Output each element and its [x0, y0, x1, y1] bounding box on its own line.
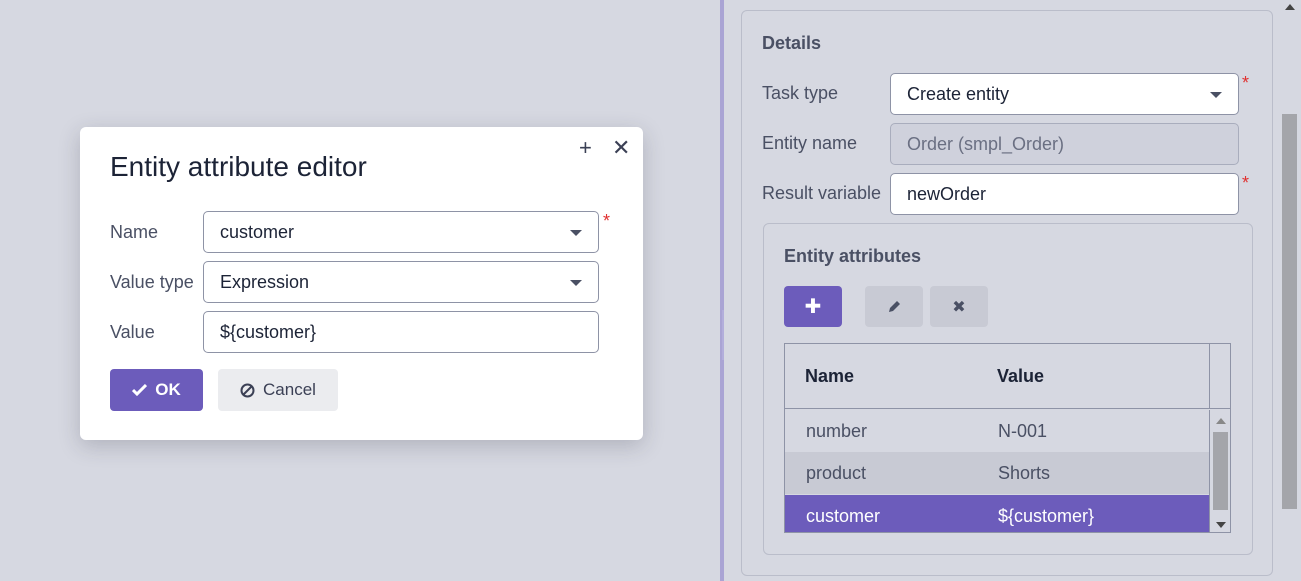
table-scrollbar[interactable]: [1209, 410, 1230, 532]
table-row[interactable]: number N-001: [785, 410, 1209, 452]
maximize-icon[interactable]: +: [579, 137, 592, 159]
required-mark: *: [603, 211, 611, 231]
pencil-icon: [889, 300, 900, 312]
ban-icon: [240, 383, 255, 397]
table-header: Name Value: [785, 344, 1209, 409]
scroll-thumb[interactable]: [1282, 114, 1297, 509]
check-icon: [132, 384, 148, 396]
name-label: Name: [110, 222, 159, 242]
task-type-select[interactable]: Create entity: [890, 73, 1239, 115]
table-header-corner: [1209, 344, 1230, 409]
edit-attribute-button[interactable]: [865, 286, 923, 327]
cell-name: product: [806, 462, 867, 483]
ok-label: OK: [155, 380, 181, 399]
value-type-select[interactable]: Expression: [203, 261, 599, 303]
close-icon: ✖: [952, 298, 966, 316]
name-select[interactable]: customer: [203, 211, 599, 253]
chevron-down-icon: [570, 230, 582, 236]
remove-attribute-button[interactable]: ✖: [930, 286, 988, 327]
scroll-down-icon[interactable]: [1216, 522, 1226, 528]
cancel-label: Cancel: [263, 380, 316, 399]
table-row-selected[interactable]: customer ${customer}: [785, 495, 1209, 532]
cell-value: ${customer}: [998, 505, 1095, 526]
plus-icon: ✚: [804, 296, 822, 318]
cell-value: N-001: [998, 420, 1048, 441]
chevron-down-icon: [1210, 92, 1222, 98]
chevron-down-icon: [570, 280, 582, 286]
entity-attributes-panel: Entity attributes ✚ ✖ Name Value number …: [763, 223, 1253, 555]
entity-name-label: Entity name: [762, 133, 858, 153]
cell-name: customer: [806, 505, 881, 526]
column-header-name[interactable]: Name: [805, 366, 854, 387]
result-variable-label: Result variable: [762, 183, 882, 203]
entity-name-field: Order (smpl_Order): [890, 123, 1239, 165]
add-attribute-button[interactable]: ✚: [784, 286, 842, 327]
required-mark: *: [1242, 173, 1250, 193]
table-row[interactable]: product Shorts: [785, 452, 1209, 494]
value-type-label: Value type: [110, 272, 194, 292]
scroll-up-icon[interactable]: [1285, 4, 1295, 10]
column-header-value[interactable]: Value: [997, 366, 1044, 387]
cell-name: number: [806, 420, 868, 441]
entity-name-value: Order (smpl_Order): [907, 133, 1065, 154]
value-input[interactable]: ${customer}: [203, 311, 599, 353]
ok-button[interactable]: OK: [110, 369, 203, 411]
entity-attributes-title: Entity attributes: [784, 246, 922, 266]
dialog-title: Entity attribute editor: [110, 151, 367, 182]
value-label: Value: [110, 322, 155, 342]
name-value: customer: [220, 221, 295, 242]
task-type-label: Task type: [762, 83, 839, 103]
result-variable-value: newOrder: [907, 183, 987, 204]
details-title: Details: [762, 33, 822, 53]
cancel-button[interactable]: Cancel: [218, 369, 338, 411]
value-type-value: Expression: [220, 271, 310, 292]
scroll-up-icon[interactable]: [1216, 418, 1226, 424]
attributes-table: Name Value number N-001 product Shorts c…: [784, 343, 1231, 533]
cell-value: Shorts: [998, 462, 1051, 483]
required-mark: *: [1242, 73, 1250, 93]
details-panel: Details Task type Create entity * Entity…: [741, 10, 1273, 576]
result-variable-input[interactable]: newOrder: [890, 173, 1239, 215]
task-type-value: Create entity: [907, 83, 1010, 104]
entity-attribute-dialog: Entity attribute editor + ✕ Name custome…: [80, 127, 643, 440]
panel-scrollbar[interactable]: [1279, 0, 1301, 581]
scroll-thumb[interactable]: [1213, 432, 1228, 510]
close-icon[interactable]: ✕: [612, 137, 630, 159]
value-value: ${customer}: [220, 321, 317, 342]
